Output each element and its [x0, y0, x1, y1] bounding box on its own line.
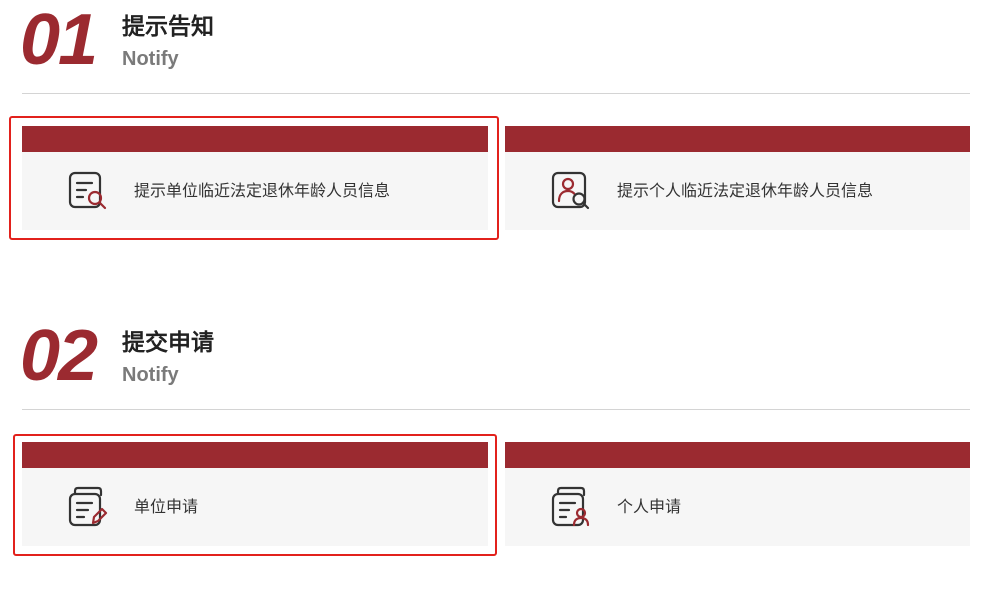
section-title: 提交申请: [122, 330, 214, 356]
section-title: 提示告知: [122, 14, 214, 40]
card-label: 个人申请: [617, 497, 682, 516]
section-subtitle: Notify: [122, 48, 179, 70]
section-number: 02: [20, 316, 98, 396]
section-subtitle: Notify: [122, 364, 179, 386]
document-person-icon: [549, 485, 593, 529]
card-personal-application[interactable]: 个人申请: [505, 442, 970, 546]
card-unit-retirement-notice[interactable]: 提示单位临近法定退休年龄人员信息: [22, 126, 488, 230]
card-label: 提示个人临近法定退休年龄人员信息: [617, 181, 874, 200]
section-divider: [22, 93, 970, 94]
section-divider: [22, 409, 970, 410]
card-label: 单位申请: [134, 497, 199, 516]
card-label: 提示单位临近法定退休年龄人员信息: [134, 181, 391, 200]
section-number: 01: [20, 0, 98, 80]
card-header-bar: [22, 126, 488, 152]
card-header-bar: [505, 126, 970, 152]
document-search-icon: [66, 169, 110, 213]
card-personal-retirement-notice[interactable]: 提示个人临近法定退休年龄人员信息: [505, 126, 970, 230]
card-header-bar: [22, 442, 488, 468]
document-edit-icon: [66, 485, 110, 529]
card-unit-application[interactable]: 单位申请: [22, 442, 488, 546]
card-header-bar: [505, 442, 970, 468]
person-search-icon: [549, 169, 593, 213]
